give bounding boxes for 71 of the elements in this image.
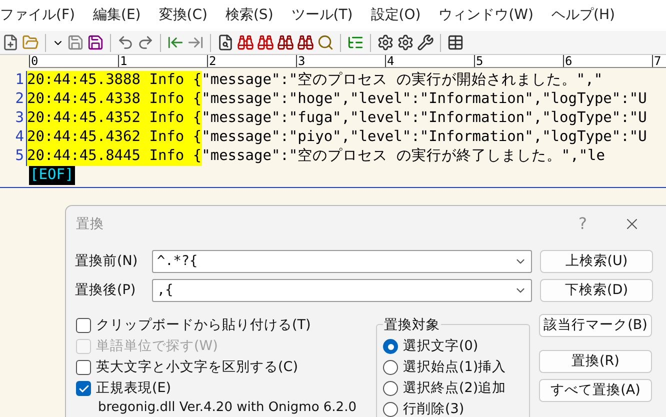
ruler-number: 1 <box>120 54 128 68</box>
arrow-right-icon[interactable] <box>187 34 204 51</box>
checkbox-label: 単語単位で探す(W) <box>96 337 218 356</box>
dialog-button[interactable]: すべて置換(A) <box>539 379 652 402</box>
binoculars-icon[interactable] <box>297 34 314 51</box>
line-text: "message":"piyo","level":"Information","logType":"U <box>202 128 647 147</box>
table-icon[interactable] <box>447 34 464 51</box>
matched-text: 20:44:45.4352 Info { <box>27 109 202 128</box>
menu-item[interactable]: 編集(E) <box>92 5 141 26</box>
wrench-icon[interactable] <box>417 34 434 51</box>
menu-item[interactable]: ファイル(F) <box>0 5 75 26</box>
radio-button[interactable] <box>383 381 398 396</box>
ruler-number: 7 <box>654 54 662 68</box>
checkbox-label: 英大文字と小文字を区別する(C) <box>96 358 298 378</box>
line-text: "message":"hoge","level":"Information","logType":"U <box>202 90 647 109</box>
field-label: 置換後(P) <box>75 281 137 300</box>
binoculars-icon[interactable] <box>237 34 254 51</box>
ruler-number: 5 <box>476 54 484 68</box>
radio-label: 選択文字(0) <box>403 337 478 356</box>
radio-label: 行削除(3) <box>403 400 464 417</box>
menu-item[interactable]: 変換(C) <box>158 5 208 26</box>
ruler-number: 0 <box>31 54 38 68</box>
ruler-number: 4 <box>387 54 394 68</box>
ruler-number: 3 <box>298 54 306 68</box>
line-text: "message":"空のプロセス の実行が開始されました。"," <box>202 71 603 90</box>
check-icon <box>78 382 90 394</box>
radio-label: 選択終点(2)追加 <box>403 379 506 398</box>
settings-icon[interactable] <box>377 34 394 51</box>
file-search-icon[interactable] <box>217 34 234 51</box>
redo-icon[interactable] <box>137 34 154 51</box>
field-label: 置換前(N) <box>75 252 139 272</box>
menu-item[interactable]: ウィンドウ(W) <box>438 5 534 26</box>
checkbox[interactable] <box>76 381 91 396</box>
matched-text: 20:44:45.4362 Info { <box>27 128 202 147</box>
matched-text: 20:44:45.4338 Info { <box>27 90 202 109</box>
ruler-number: 2 <box>209 54 216 68</box>
search-icon[interactable] <box>317 34 334 51</box>
matched-text: 20:44:45.3888 Info { <box>27 71 202 90</box>
settings-icon[interactable] <box>397 34 414 51</box>
dialog-title: 置換 <box>76 214 104 234</box>
dialog-button[interactable]: 該当行マーク(B) <box>539 314 652 337</box>
search-button[interactable]: 上検索(U) <box>540 250 653 273</box>
new-file-icon[interactable] <box>2 34 19 51</box>
eof-marker: [EOF] <box>29 166 75 185</box>
checkbox[interactable] <box>76 360 91 375</box>
radio-button[interactable] <box>383 402 398 417</box>
radio-label: 選択始点(1)挿入 <box>403 358 506 378</box>
ruler-number: 6 <box>565 54 572 68</box>
line-text: "message":"空のプロセス の実行が終了しました。","le <box>202 147 606 166</box>
matched-text: 20:44:45.8445 Info { <box>27 147 202 166</box>
combo-field[interactable]: ^.*?{ <box>152 250 532 273</box>
dialog-button[interactable]: 置換(R) <box>539 350 652 373</box>
radio-button[interactable] <box>383 339 398 354</box>
checkbox-label: 正規表現(E) <box>96 379 172 398</box>
combo-field[interactable]: ,{ <box>152 279 532 302</box>
menu-item[interactable]: ツール(T) <box>291 5 353 26</box>
arrow-left-icon[interactable] <box>167 34 184 51</box>
radio-button[interactable] <box>383 360 398 375</box>
line-text: "message":"fuga","level":"Information","logType":"U <box>202 109 647 128</box>
regex-library-note: bregonig.dll Ver.4.20 with Onigmo 6.2.0 <box>97 401 358 414</box>
menu-item[interactable]: 検索(S) <box>225 5 274 26</box>
checkbox[interactable] <box>76 318 91 333</box>
search-button[interactable]: 下検索(D) <box>540 279 653 302</box>
menu-item[interactable]: 設定(O) <box>370 5 421 26</box>
folder-icon[interactable] <box>22 34 39 51</box>
menu-item[interactable]: ヘルプ(H) <box>552 5 615 26</box>
tree-icon[interactable] <box>347 34 364 51</box>
binoculars-icon[interactable] <box>277 34 294 51</box>
undo-icon[interactable] <box>117 34 134 51</box>
binoculars-icon[interactable] <box>257 34 274 51</box>
checkbox-label: クリップボードから貼り付ける(T) <box>96 316 311 336</box>
